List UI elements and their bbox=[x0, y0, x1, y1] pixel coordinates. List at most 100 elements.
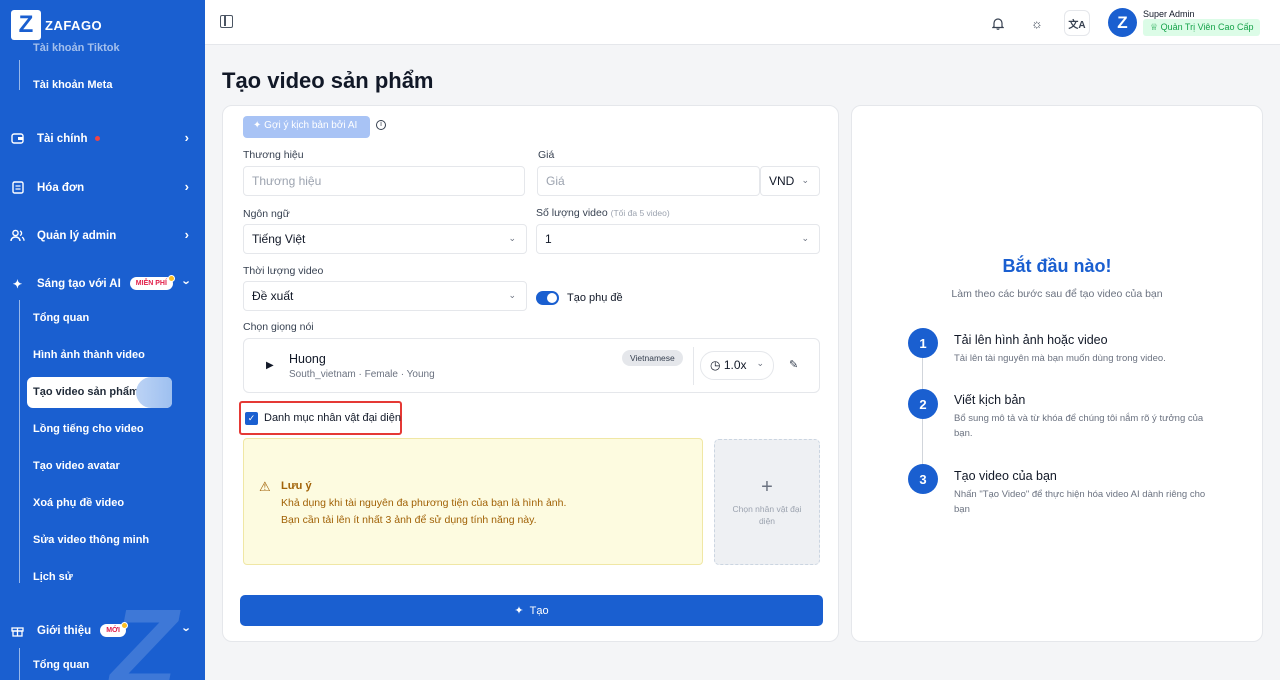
chevron-right-icon: › bbox=[184, 179, 189, 194]
edit-icon[interactable]: ✎ bbox=[789, 358, 798, 371]
chevron-down-icon: › bbox=[179, 627, 195, 632]
voice-meta: South_vietnam · Female · Young bbox=[289, 369, 435, 380]
step-number: 2 bbox=[908, 389, 938, 419]
speed-value: 1.0x bbox=[723, 358, 747, 372]
warning-icon: ⚠ bbox=[259, 479, 271, 494]
subtitle-toggle-label: Tạo phụ đề bbox=[567, 292, 623, 304]
sidebar-item-product-video[interactable]: Tạo video sản phẩm bbox=[27, 377, 172, 408]
sparkles-icon: ✦ bbox=[514, 605, 524, 617]
voice-name: Huong bbox=[289, 352, 326, 366]
language-select[interactable]: Tiếng Việt ⌄ bbox=[243, 224, 527, 254]
duration-select[interactable]: Đề xuất ⌄ bbox=[243, 281, 527, 311]
chevron-down-icon: ⌄ bbox=[508, 290, 516, 300]
tree-line bbox=[19, 60, 20, 90]
sidebar-item-intro-overview[interactable]: Tổng quan bbox=[33, 659, 89, 671]
step-description: Bổ sung mô tả và từ khóa để chúng tôi nắ… bbox=[954, 413, 1204, 439]
sidebar-item-dubbing[interactable]: Lồng tiếng cho video bbox=[33, 423, 144, 435]
new-badge: MỚI bbox=[100, 622, 128, 637]
sidebar-item-label: Giới thiệu bbox=[37, 624, 92, 637]
play-icon[interactable]: ▶ bbox=[266, 360, 274, 371]
sidebar-item-label: Hóa đơn bbox=[37, 181, 85, 194]
free-badge: MIỄN PHÍ bbox=[129, 275, 176, 290]
sidebar-item-label: Tạo video sản phẩm bbox=[33, 386, 139, 398]
sidebar-item-admin[interactable]: Quản lý admin › bbox=[10, 227, 195, 243]
sidebar-item-finance[interactable]: Tài chính › bbox=[10, 130, 195, 146]
language-label: Ngôn ngữ bbox=[243, 208, 290, 220]
sidebar: Z ZAFAGO Tài khoản Tiktok Tài khoản Meta… bbox=[0, 0, 205, 680]
language-value: Tiếng Việt bbox=[252, 232, 306, 246]
steps-subtitle: Làm theo các bước sau để tạo video của b… bbox=[951, 288, 1163, 300]
upload-label: Chọn nhân vật đại diện bbox=[732, 504, 802, 526]
user-role-label: Quản Trị Viên Cao Cấp bbox=[1160, 22, 1254, 32]
notification-dot bbox=[95, 136, 101, 141]
step-title: Tạo video của bạn bbox=[954, 469, 1057, 483]
step-number: 3 bbox=[908, 464, 938, 494]
info-icon[interactable]: i bbox=[376, 120, 386, 130]
logo-mark-icon: Z bbox=[11, 10, 41, 40]
duration-label: Thời lượng video bbox=[243, 265, 324, 277]
video-count-label-text: Số lượng video bbox=[536, 207, 608, 219]
sidebar-item-remove-subtitles[interactable]: Xoá phụ đề video bbox=[33, 497, 124, 509]
user-name: Super Admin bbox=[1143, 9, 1195, 19]
sidebar-item-invoice[interactable]: Hóa đơn › bbox=[10, 179, 195, 195]
video-count-select[interactable]: 1 ⌄ bbox=[536, 224, 820, 254]
representative-character-checkbox[interactable]: ✓ bbox=[245, 412, 258, 425]
representative-character-label: Danh mục nhân vật đại diện bbox=[264, 412, 401, 424]
voice-language-badge: Vietnamese bbox=[622, 350, 683, 366]
sidebar-item-ai-create[interactable]: ✦ Sáng tạo với AI MIỄN PHÍ › bbox=[10, 275, 195, 291]
product-video-form: ✦ Gợi ý kịch bản bởi AI i Thương hiệu Th… bbox=[222, 105, 839, 642]
price-input[interactable]: Giá bbox=[537, 166, 760, 196]
speed-select[interactable]: ◷ 1.0x ⌄ bbox=[700, 351, 774, 380]
brand-input[interactable]: Thương hiệu bbox=[243, 166, 525, 196]
clock-icon: ◷ bbox=[710, 358, 724, 372]
getting-started-panel: Bắt đầu nào! Làm theo các bước sau để tạ… bbox=[851, 105, 1263, 642]
note-title: Lưu ý bbox=[281, 480, 312, 492]
chevron-down-icon: ⌄ bbox=[801, 233, 809, 243]
chevron-right-icon: › bbox=[184, 130, 189, 145]
step-description: Tải lên tài nguyên mà bạn muốn dùng tron… bbox=[954, 353, 1166, 364]
sun-icon[interactable]: ☼ bbox=[1024, 10, 1050, 36]
sidebar-item-history[interactable]: Lịch sử bbox=[33, 571, 73, 583]
chevron-down-icon: ⌄ bbox=[756, 358, 764, 368]
plus-icon: + bbox=[761, 476, 773, 498]
voice-selector[interactable]: ▶ Huong South_vietnam · Female · Young V… bbox=[243, 338, 820, 393]
bell-icon[interactable] bbox=[985, 10, 1011, 36]
currency-select[interactable]: VND ⌄ bbox=[760, 166, 820, 196]
choose-character-upload[interactable]: + Chọn nhân vật đại diện bbox=[714, 439, 820, 565]
user-role-badge: ♕ Quản Trị Viên Cao Cấp bbox=[1143, 19, 1261, 36]
price-label: Giá bbox=[538, 149, 555, 161]
tree-line bbox=[19, 648, 20, 680]
chevron-down-icon: › bbox=[179, 280, 195, 285]
logo-text: ZAFAGO bbox=[45, 17, 103, 33]
ai-script-button[interactable]: ✦ Gợi ý kịch bản bởi AI bbox=[243, 116, 370, 138]
sidebar-item-smart-edit[interactable]: Sửa video thông minh bbox=[33, 534, 149, 546]
create-button[interactable]: ✦ Tạo bbox=[240, 595, 823, 626]
note-line: Bạn cần tải lên ít nhất 3 ảnh để sử dụng… bbox=[281, 514, 537, 526]
avatar[interactable]: Z bbox=[1108, 8, 1137, 37]
logo[interactable]: Z ZAFAGO bbox=[11, 10, 102, 40]
page-title: Tạo video sản phẩm bbox=[222, 68, 434, 93]
sidebar-item-image-to-video[interactable]: Hình ảnh thành video bbox=[33, 349, 145, 361]
sidebar-toggle-icon[interactable] bbox=[220, 15, 233, 28]
step-number: 1 bbox=[908, 328, 938, 358]
subtitle-toggle[interactable] bbox=[536, 291, 559, 305]
sidebar-item-tiktok[interactable]: Tài khoản Tiktok bbox=[33, 42, 120, 54]
note-box: ⚠ Lưu ý Khả dụng khi tài nguyên đa phươn… bbox=[243, 438, 703, 565]
voice-label: Chọn giọng nói bbox=[243, 321, 314, 333]
sidebar-item-meta[interactable]: Tài khoản Meta bbox=[33, 79, 112, 91]
sidebar-item-label: Quản lý admin bbox=[37, 229, 117, 242]
translate-icon[interactable]: 文A bbox=[1064, 10, 1090, 36]
sidebar-item-avatar-video[interactable]: Tạo video avatar bbox=[33, 460, 120, 472]
duration-value: Đề xuất bbox=[252, 289, 294, 303]
ai-script-button-label: Gợi ý kịch bản bởi AI bbox=[264, 120, 358, 131]
sidebar-item-overview[interactable]: Tổng quan bbox=[33, 312, 89, 324]
video-count-value: 1 bbox=[545, 232, 552, 246]
topbar: ☼ 文A Z Super Admin ♕ Quản Trị Viên Cao C… bbox=[205, 0, 1280, 45]
chevron-down-icon: ⌄ bbox=[801, 175, 809, 185]
step-description: Nhấn "Tạo Video" để thực hiện hóa video … bbox=[954, 489, 1206, 515]
steps-title: Bắt đầu nào! bbox=[1002, 256, 1112, 276]
invoice-icon bbox=[10, 180, 25, 195]
chevron-down-icon: ⌄ bbox=[508, 233, 516, 243]
sidebar-item-intro[interactable]: Giới thiệu MỚI › bbox=[10, 622, 195, 638]
currency-value: VND bbox=[769, 174, 795, 188]
